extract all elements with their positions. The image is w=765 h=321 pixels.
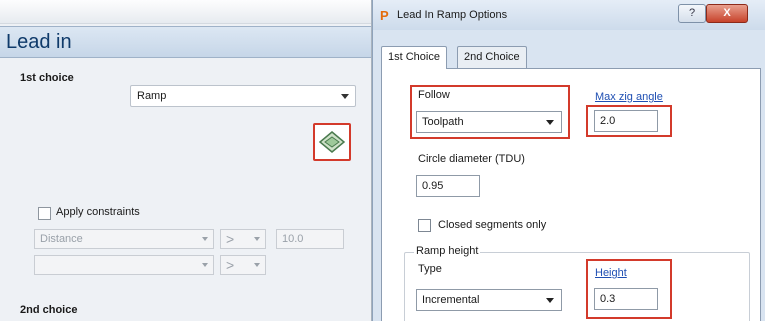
- ramp-height-legend: Ramp height: [414, 245, 481, 257]
- apply-constraints-label: Apply constraints: [56, 206, 140, 218]
- operator-value-2: >: [226, 257, 235, 273]
- constraint-type-select[interactable]: Distance: [34, 229, 214, 249]
- chevron-down-icon: [254, 237, 260, 241]
- circle-diameter-input[interactable]: 0.95: [416, 175, 480, 197]
- tab-panel-1st-choice: Follow Toolpath Max zig angle 2.0 Circle…: [381, 68, 761, 321]
- chevron-down-icon: [546, 298, 554, 303]
- second-choice-label: 2nd choice: [20, 304, 78, 316]
- dialog-title-bar[interactable]: P Lead In Ramp Options ? X: [373, 0, 765, 30]
- chevron-down-icon: [202, 263, 208, 267]
- ramp-type-value: Incremental: [422, 294, 480, 306]
- constraint-type-value: Distance: [40, 233, 83, 245]
- closed-segments-checkbox[interactable]: [418, 219, 431, 232]
- tab-2nd-choice[interactable]: 2nd Choice: [457, 46, 527, 68]
- closed-segments-label: Closed segments only: [438, 219, 547, 231]
- first-choice-label: 1st choice: [20, 72, 74, 84]
- chevron-down-icon: [254, 263, 260, 267]
- constraint-type-select-2[interactable]: [34, 255, 214, 275]
- tab-1st-choice[interactable]: 1st Choice: [381, 46, 447, 69]
- constraint-operator-select-2[interactable]: >: [220, 255, 266, 275]
- panel-top-strip: [0, 0, 371, 24]
- height-label[interactable]: Height: [595, 267, 627, 279]
- ramp-options-button[interactable]: [313, 123, 351, 161]
- max-zig-angle-input[interactable]: 2.0: [594, 110, 658, 132]
- close-button[interactable]: X: [706, 4, 748, 23]
- lead-in-panel: Lead in 1st choice Ramp Apply constraint…: [0, 0, 372, 321]
- app-logo-icon: P: [380, 8, 389, 23]
- ramp-type-select[interactable]: Incremental: [416, 289, 562, 311]
- lead-in-header[interactable]: Lead in: [0, 26, 371, 58]
- chevron-down-icon: [202, 237, 208, 241]
- follow-value: Toolpath: [422, 116, 464, 128]
- height-input[interactable]: 0.3: [594, 288, 658, 310]
- help-button[interactable]: ?: [678, 4, 706, 23]
- operator-value: >: [226, 231, 235, 247]
- constraint-operator-select[interactable]: >: [220, 229, 266, 249]
- lead-in-ramp-options-dialog: P Lead In Ramp Options ? X 1st Choice 2n…: [372, 0, 765, 321]
- follow-select[interactable]: Toolpath: [416, 111, 562, 133]
- circle-diameter-label: Circle diameter (TDU): [418, 153, 525, 165]
- ramp-diamond-icon: [318, 131, 346, 153]
- max-zig-angle-label[interactable]: Max zig angle: [595, 91, 663, 103]
- ramp-type-label: Type: [418, 263, 442, 275]
- follow-label: Follow: [418, 89, 450, 101]
- chevron-down-icon: [341, 94, 349, 99]
- dialog-title: Lead In Ramp Options: [397, 9, 508, 21]
- lead-type-value: Ramp: [137, 90, 167, 102]
- tab-strip: 1st Choice 2nd Choice: [381, 46, 761, 69]
- chevron-down-icon: [546, 120, 554, 125]
- lead-in-title: Lead in: [6, 31, 72, 53]
- constraint-value-input[interactable]: 10.0: [276, 229, 344, 249]
- lead-type-select[interactable]: Ramp: [130, 85, 356, 107]
- apply-constraints-checkbox[interactable]: [38, 207, 51, 220]
